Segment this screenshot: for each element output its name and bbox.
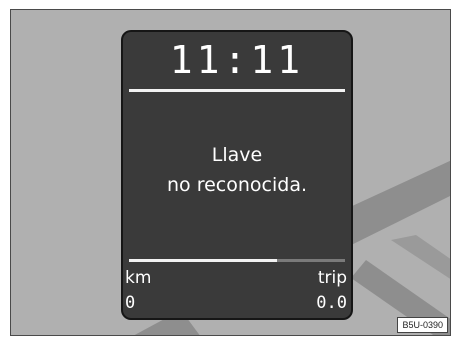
instrument-display: 11:11 Llave no reconocida. km trip 0 0.0 [121, 30, 353, 320]
trip-value: 0.0 [316, 293, 347, 313]
trip-label: trip [317, 268, 347, 288]
odometer-value: 0 [125, 293, 136, 313]
figure-code-label: B5U-0390 [397, 317, 448, 333]
odometer-label: km [125, 268, 152, 288]
key-not-recognized-message: Llave no reconocida. [123, 140, 351, 200]
clock-readout: 11:11 [169, 38, 305, 82]
display-divider-top [129, 89, 345, 92]
figure-frame: 11:11 Llave no reconocida. km trip 0 0.0… [10, 9, 451, 336]
message-line-2: no reconocida. [167, 174, 307, 196]
message-line-1: Llave [211, 144, 263, 166]
display-divider-bottom-segment [277, 259, 345, 262]
